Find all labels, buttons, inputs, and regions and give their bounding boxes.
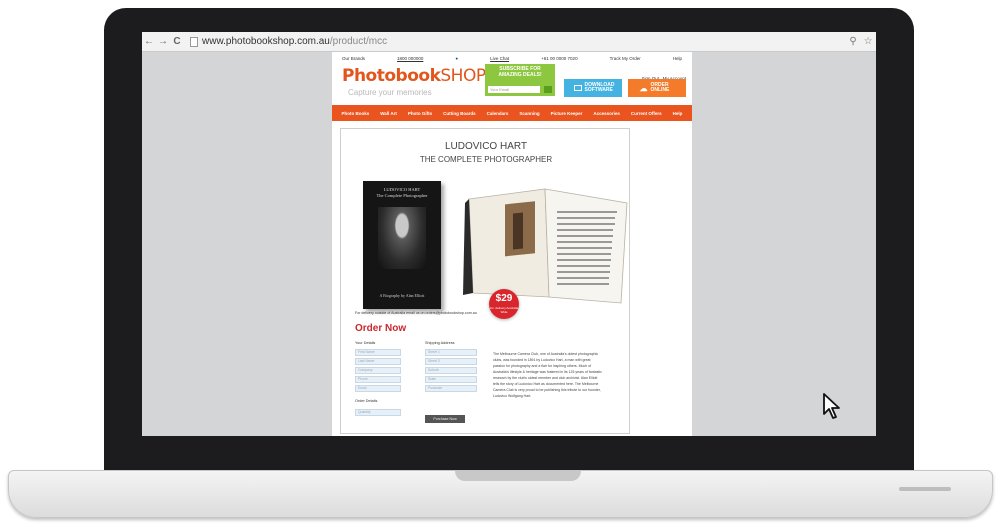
menu-item[interactable]: Cutting Boards bbox=[443, 111, 476, 116]
bookmark-star-icon[interactable]: ☆ bbox=[864, 36, 873, 47]
phone-field[interactable]: Phone bbox=[355, 376, 401, 383]
product-description: The Melbourne Camera Club, one of Austra… bbox=[493, 352, 602, 398]
order-now-heading: Order Now bbox=[355, 323, 407, 334]
live-chat-link[interactable]: Live Chat bbox=[490, 56, 509, 61]
last-name-field[interactable]: Last Name bbox=[355, 358, 401, 365]
street1-field[interactable]: Street 1 bbox=[425, 349, 477, 356]
subscribe-line2: AMAZING DEALS! bbox=[498, 72, 542, 78]
cover-byline: A Biography by Alan Elliott bbox=[379, 293, 425, 298]
cloud-icon: ☁ bbox=[639, 83, 648, 93]
tagline: Capture your memories bbox=[348, 88, 432, 97]
main-menu: Photo Books Wall Art Photo Gifts Cutting… bbox=[332, 105, 692, 121]
postcode-field[interactable]: Postcode bbox=[425, 385, 477, 392]
laptop-screen: ← → C www.photobookshop.com.au /product/… bbox=[142, 32, 876, 436]
menu-item[interactable]: Photo Gifts bbox=[408, 111, 432, 116]
logo-bold: Photobook bbox=[342, 66, 441, 86]
page-icon bbox=[190, 36, 198, 47]
laptop-base bbox=[8, 470, 993, 518]
product-author: LUDOVICO HART bbox=[444, 141, 528, 152]
product-panel: LUDOVICO HART THE COMPLETE PHOTOGRAPHER … bbox=[340, 128, 630, 434]
phone-link[interactable]: 1800 000000 bbox=[397, 56, 423, 61]
site-logo[interactable]: PhotobookSHOP bbox=[342, 66, 486, 86]
shipping-address-label: Shipping Address bbox=[425, 341, 455, 345]
our-brands-link[interactable]: Our Brands bbox=[342, 56, 365, 61]
intl-phone: +61 00 0000 7020 bbox=[541, 55, 578, 61]
quantity-field[interactable]: Quantity bbox=[355, 409, 401, 416]
menu-item[interactable]: Picture Keeper bbox=[551, 111, 583, 116]
menu-item[interactable]: Help bbox=[673, 111, 683, 116]
logo-light: SHOP bbox=[440, 66, 486, 86]
menu-item[interactable]: Photo Books bbox=[341, 111, 369, 116]
email-field[interactable]: Email bbox=[355, 385, 401, 392]
flag-icon[interactable]: ● bbox=[455, 56, 458, 61]
order-details-label: Order Details bbox=[355, 399, 378, 403]
product-subtitle: THE COMPLETE PHOTOGRAPHER bbox=[419, 155, 553, 164]
monitor-icon bbox=[573, 85, 582, 91]
company-field[interactable]: Company bbox=[355, 367, 401, 374]
cover-line2: The Complete Photographer bbox=[376, 193, 428, 198]
site-topbar: Our Brands 1800 000000 ● Live Chat +61 0… bbox=[332, 52, 692, 64]
subscribe-email-input[interactable]: Your Email bbox=[488, 86, 540, 93]
forward-button[interactable]: → bbox=[156, 36, 170, 47]
track-order-link[interactable]: Track My Order bbox=[610, 56, 641, 61]
purchase-now-button[interactable]: Purchase Now bbox=[425, 415, 465, 423]
reload-button[interactable]: C bbox=[170, 36, 184, 47]
cover-title: LUDOVICO HART The Complete Photographer bbox=[363, 187, 441, 199]
open-book-image bbox=[463, 188, 628, 304]
menu-item[interactable]: Scanning bbox=[519, 111, 539, 116]
menu-item[interactable]: Wall Art bbox=[380, 111, 397, 116]
download-software-button[interactable]: DOWNLOAD SOFTWARE bbox=[564, 79, 622, 97]
url-host: www.photobookshop.com.au bbox=[202, 36, 330, 47]
webpage: Our Brands 1800 000000 ● Live Chat +61 0… bbox=[332, 52, 692, 436]
download-label: DOWNLOAD SOFTWARE bbox=[584, 82, 615, 93]
subscribe-box: SUBSCRIBE FOR AMAZING DEALS! Your Email bbox=[485, 64, 555, 96]
address-bar[interactable]: www.photobookshop.com.au /product/mcc bbox=[190, 34, 846, 50]
menu-item[interactable]: Current Offers bbox=[631, 111, 662, 116]
laptop-vent bbox=[899, 487, 951, 491]
suburb-field[interactable]: Suburb bbox=[425, 367, 477, 374]
menu-item[interactable]: Calendars bbox=[487, 111, 509, 116]
price-badge: $29 inc. delivery Australia Wide bbox=[489, 289, 519, 319]
your-details-label: Your Details bbox=[355, 341, 376, 345]
url-path: /product/mcc bbox=[329, 36, 388, 47]
back-button[interactable]: ← bbox=[142, 36, 156, 47]
first-name-field[interactable]: First Name bbox=[355, 349, 401, 356]
laptop-notch bbox=[455, 471, 581, 481]
browser-toolbar: ← → C www.photobookshop.com.au /product/… bbox=[142, 32, 876, 52]
zoom-icon[interactable]: ⚲ bbox=[849, 36, 856, 47]
menu-item[interactable]: Accessories bbox=[593, 111, 620, 116]
order-label: ORDER ONLINE bbox=[650, 82, 670, 93]
mouse-cursor-icon bbox=[823, 393, 840, 419]
book-cover-image: LUDOVICO HART The Complete Photographer … bbox=[363, 181, 441, 309]
delivery-fineprint: For delivery outside of Australia email … bbox=[355, 311, 477, 315]
laptop-scene: ← → C www.photobookshop.com.au /product/… bbox=[0, 0, 1001, 526]
help-link[interactable]: Help bbox=[673, 56, 682, 61]
state-field[interactable]: State bbox=[425, 376, 477, 383]
street2-field[interactable]: Street 2 bbox=[425, 358, 477, 365]
subscribe-go-button[interactable] bbox=[544, 86, 552, 93]
order-online-button[interactable]: ☁ ORDER ONLINE bbox=[628, 79, 686, 97]
price-value: $29 bbox=[495, 293, 513, 304]
portrait-photo bbox=[378, 207, 426, 269]
price-note: inc. delivery Australia Wide bbox=[489, 306, 519, 314]
